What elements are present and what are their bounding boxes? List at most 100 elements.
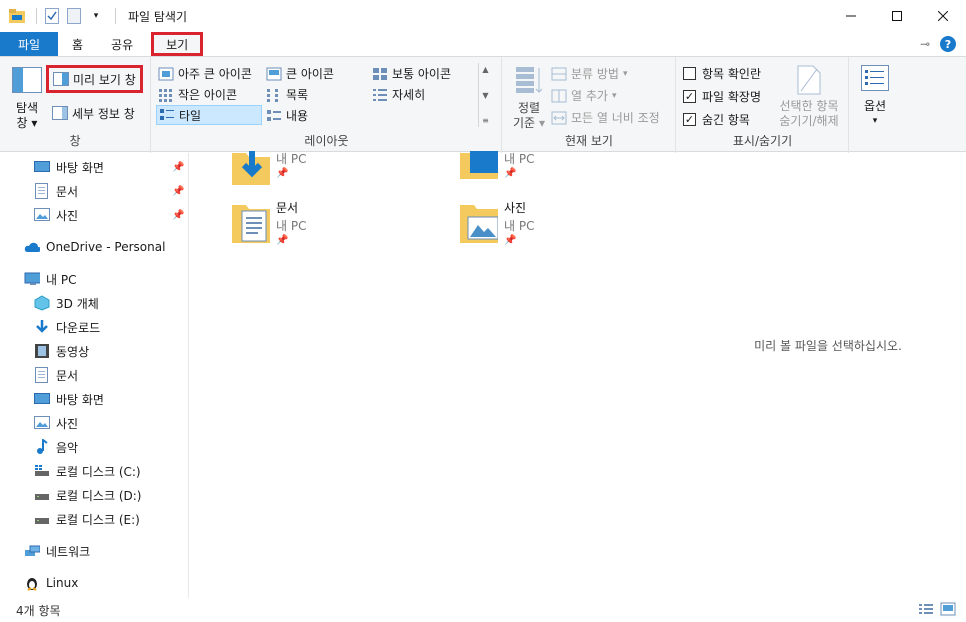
details-view-toggle-icon[interactable] — [918, 602, 934, 619]
details-pane-button[interactable]: 세부 정보 창 — [52, 103, 135, 123]
sort-by-label-1: 정렬 — [517, 101, 541, 115]
sort-by-button[interactable]: 정렬 기준 ▾ — [509, 65, 549, 131]
layout-tiles[interactable]: 타일 — [156, 105, 262, 125]
nav-pc-3d-objects[interactable]: 3D 개체 — [34, 292, 99, 314]
file-extensions-toggle[interactable]: ✓ 파일 확장명 — [683, 88, 761, 105]
nav-quick-documents[interactable]: 문서 — [34, 180, 78, 202]
layout-medium-icons[interactable]: 보통 아이콘 — [372, 65, 451, 82]
nav-pc-desktop[interactable]: 바탕 화면 — [34, 388, 104, 410]
layout-extra-large-icons[interactable]: 아주 큰 아이콘 — [158, 65, 252, 82]
layout-list[interactable]: 목록 — [266, 86, 308, 103]
customize-toolbar-icon[interactable]: ▾ — [87, 7, 105, 25]
nav-pc-music[interactable]: 음악 — [34, 436, 78, 458]
tile-documents[interactable]: 문서 내 PC 📌 — [232, 199, 306, 246]
nav-pc-pictures[interactable]: 사진 — [34, 412, 78, 434]
properties-icon[interactable] — [43, 7, 61, 25]
hidden-items-toggle[interactable]: ✓ 숨긴 항목 — [683, 111, 750, 128]
layout-details[interactable]: 자세히 — [372, 86, 425, 103]
sort-by-label-2: 기준 ▾ — [513, 116, 545, 130]
tile-desktop[interactable]: 내 PC 📌 — [460, 149, 534, 195]
group-by-button[interactable]: 분류 방법 ▾ — [551, 65, 628, 82]
nav-pc-disk-d[interactable]: 로컬 디스크 (D:) — [34, 484, 141, 506]
tab-file[interactable]: 파일 — [0, 32, 58, 56]
navigation-pane-button[interactable]: 탐색 창 ▾ — [8, 67, 46, 131]
tab-view[interactable]: 보기 — [151, 32, 204, 56]
3d-objects-icon — [34, 295, 50, 311]
nav-pc-videos[interactable]: 동영상 — [34, 340, 89, 362]
scroll-up-icon[interactable]: ▲ — [482, 65, 488, 74]
nav-pc-disk-c[interactable]: 로컬 디스크 (C:) — [34, 460, 141, 482]
file-extensions-label: 파일 확장명 — [702, 90, 762, 104]
tab-home[interactable]: 홈 — [58, 32, 97, 56]
desktop-folder-icon — [460, 149, 498, 195]
documents-icon — [34, 367, 50, 383]
tab-share[interactable]: 공유 — [97, 32, 147, 56]
download-folder-icon — [232, 149, 270, 195]
this-pc-icon — [24, 271, 40, 287]
new-folder-icon[interactable] — [65, 7, 83, 25]
pin-ribbon-icon[interactable]: ⊸ — [920, 37, 930, 51]
layout-content-label: 내용 — [286, 109, 309, 123]
window-title: 파일 탐색기 — [128, 9, 188, 24]
nav-linux[interactable]: Linux — [24, 572, 78, 594]
layout-content[interactable]: 내용 — [266, 107, 308, 124]
tiles-view-icon — [159, 108, 175, 122]
onedrive-cloud-icon — [24, 239, 40, 255]
nav-pc-documents[interactable]: 문서 — [34, 364, 78, 386]
close-button[interactable] — [920, 0, 966, 32]
group-by-icon — [551, 67, 567, 81]
tile-name: 문서 — [276, 201, 299, 215]
add-columns-button[interactable]: 열 추가 ▾ — [551, 87, 616, 104]
pin-icon: 📌 — [276, 168, 289, 179]
pin-icon[interactable]: 📌 — [172, 162, 184, 173]
desktop-icon — [34, 159, 50, 175]
pin-icon[interactable]: 📌 — [172, 210, 184, 221]
nav-onedrive[interactable]: OneDrive - Personal — [24, 236, 165, 258]
item-checkboxes-checkbox[interactable] — [683, 67, 696, 80]
options-button[interactable]: 옵션 ▾ — [856, 65, 894, 129]
maximize-button[interactable] — [874, 0, 920, 32]
music-icon — [34, 439, 50, 455]
layout-gallery-scroll[interactable]: ▲ ▼ ≡ — [478, 63, 492, 127]
tile-pictures[interactable]: 사진 내 PC 📌 — [460, 199, 534, 246]
nav-pc-desktop-label: 바탕 화면 — [56, 392, 104, 407]
layout-small-icons[interactable]: 작은 아이콘 — [158, 86, 237, 103]
nav-this-pc[interactable]: 내 PC — [24, 268, 76, 290]
nav-quick-pictures[interactable]: 사진 — [34, 204, 78, 226]
minimize-button[interactable] — [828, 0, 874, 32]
item-checkboxes-toggle[interactable]: 항목 확인란 — [683, 65, 761, 82]
layout-large-icons[interactable]: 큰 아이콘 — [266, 65, 334, 82]
item-checkboxes-label: 항목 확인란 — [702, 67, 762, 81]
nav-pc-downloads[interactable]: 다운로드 — [34, 316, 100, 338]
layout-small-label: 작은 아이콘 — [178, 88, 238, 102]
help-icon[interactable]: ? — [940, 36, 956, 52]
view-switcher — [918, 602, 956, 619]
pin-icon: 📌 — [276, 235, 289, 246]
layout-list-label: 목록 — [286, 88, 309, 102]
nav-quick-desktop[interactable]: 바탕 화면 — [34, 156, 104, 178]
hide-selected-button[interactable]: 선택한 항목 숨기기/해제 — [773, 65, 845, 129]
ribbon: 탐색 창 ▾ 미리 보기 창 세부 정보 창 창 아주 큰 아이콘 큰 아이콘 — [0, 56, 966, 153]
content-view-icon — [266, 109, 282, 123]
nav-network-label: 네트워크 — [46, 544, 91, 559]
expand-gallery-icon[interactable]: ≡ — [482, 116, 489, 125]
pictures-icon — [34, 207, 50, 223]
pin-icon[interactable]: 📌 — [172, 186, 184, 197]
preview-pane-icon — [53, 72, 69, 86]
nav-pc-disk-e[interactable]: 로컬 디스크 (E:) — [34, 508, 140, 530]
nav-pc-pictures-label: 사진 — [56, 416, 79, 431]
file-explorer-icon[interactable] — [8, 7, 26, 25]
hidden-items-checkbox[interactable]: ✓ — [683, 113, 696, 126]
file-extensions-checkbox[interactable]: ✓ — [683, 90, 696, 103]
large-icons-view-toggle-icon[interactable] — [940, 602, 956, 619]
nav-network[interactable]: 네트워크 — [24, 540, 90, 562]
list-view-icon — [266, 88, 282, 102]
nav-quick-pictures-label: 사진 — [56, 208, 79, 223]
scroll-down-icon[interactable]: ▼ — [482, 91, 488, 100]
tile-downloads[interactable]: 내 PC 📌 — [232, 149, 306, 195]
layout-tiles-label: 타일 — [179, 108, 202, 123]
fit-columns-label: 모든 열 너비 조정 — [571, 111, 660, 125]
preview-pane-button[interactable]: 미리 보기 창 — [46, 65, 143, 93]
navigation-pane: 바탕 화면 📌 문서 📌 사진 📌 OneDrive - Personal 내 … — [0, 153, 189, 598]
fit-columns-button[interactable]: 모든 열 너비 조정 — [551, 109, 660, 126]
